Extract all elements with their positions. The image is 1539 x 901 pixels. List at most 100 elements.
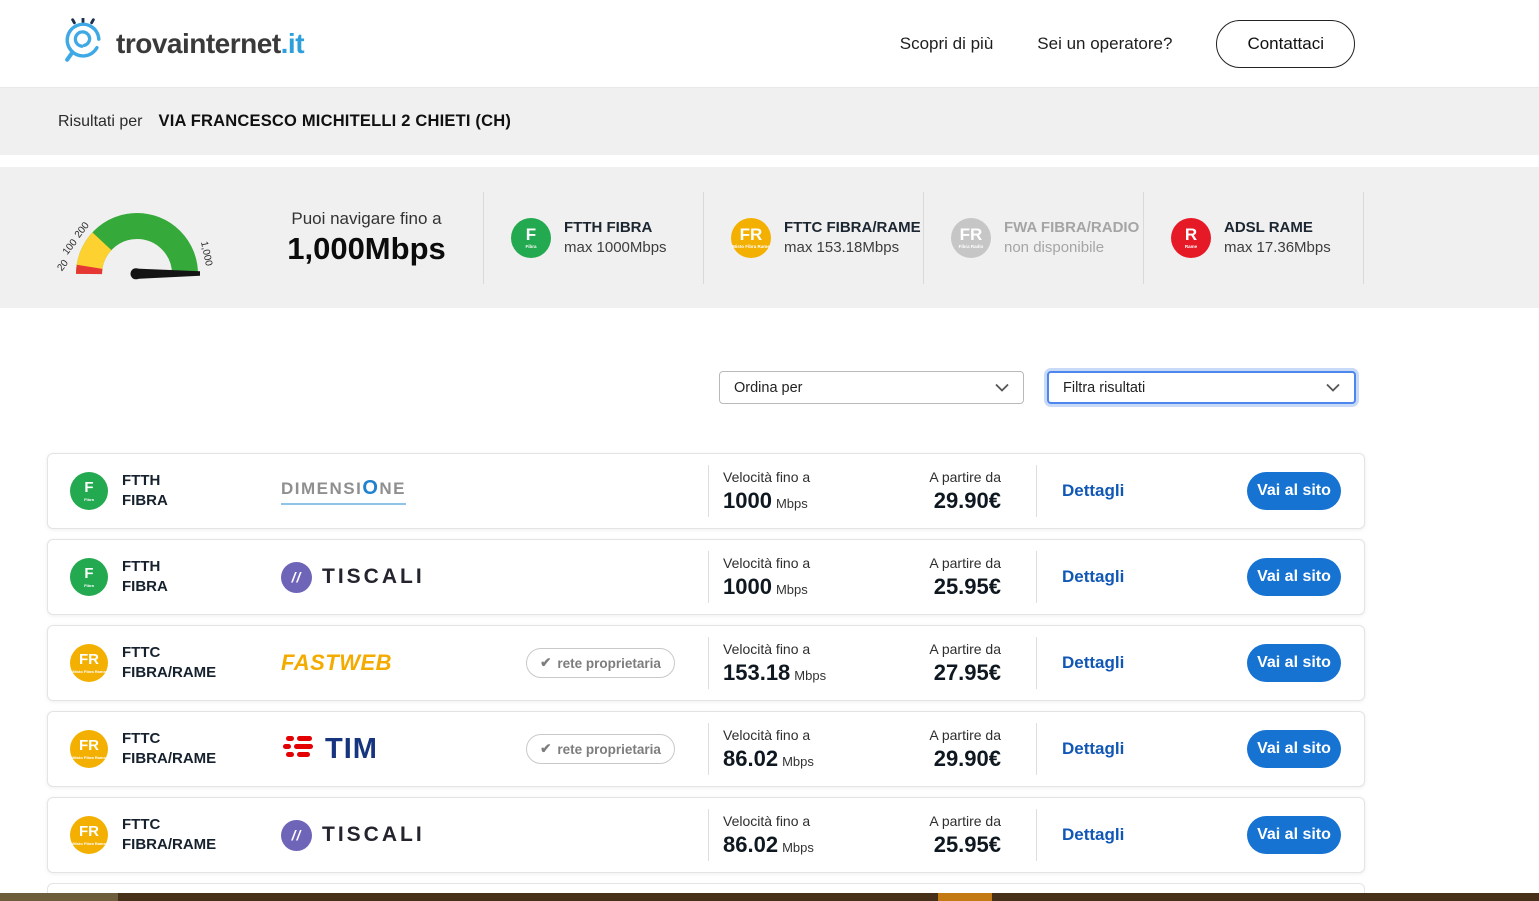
adsl-badge-icon: R Rame — [1171, 218, 1211, 258]
filter-row: Ordina per Filtra risultati — [0, 371, 1356, 404]
tag-column: ✔ rete proprietaria — [493, 734, 708, 764]
go-to-site-button[interactable]: Vai al sito — [1247, 472, 1341, 510]
max-speed-headline: Puoi navigare fino a 1,000Mbps — [250, 209, 483, 267]
top-nav: Scopri di più Sei un operatore? Contatta… — [900, 20, 1355, 68]
tim-bars-icon — [281, 733, 317, 766]
speed-column: Velocità fino a 86.02Mbps — [709, 727, 888, 772]
chevron-down-icon — [995, 383, 1009, 392]
tech-column: FR Misto Fibra Rame FTTCFIBRA/RAME — [48, 815, 263, 855]
tech-column: F Fibra FTTHFIBRA — [48, 471, 263, 511]
price-column: A partire da 29.90€ — [888, 469, 1001, 514]
proprietary-network-tag: ✔ rete proprietaria — [526, 648, 675, 678]
breadcrumb: Risultati per VIA FRANCESCO MICHITELLI 2… — [0, 88, 1539, 155]
result-card-fastweb: FR Misto Fibra Rame FTTCFIBRA/RAME FASTW… — [47, 625, 1365, 701]
brand-logo[interactable]: trovainternet.it — [60, 18, 304, 69]
operator-logo-dimensione: DimensiOne — [263, 477, 493, 505]
result-card-tim: FR Misto Fibra Rame FTTCFIBRA/RAME — [47, 711, 1365, 787]
details-link[interactable]: Dettagli — [1062, 481, 1124, 500]
fwa-badge-icon: FR Fibra Radio — [951, 218, 991, 258]
sort-dropdown[interactable]: Ordina per — [719, 371, 1024, 404]
tech-column: F Fibra FTTHFIBRA — [48, 557, 263, 597]
fttc-badge-icon: FR Misto Fibra Rame — [70, 644, 108, 682]
tech-detail: max 153.18Mbps — [784, 239, 921, 256]
breadcrumb-address: VIA FRANCESCO MICHITELLI 2 CHIETI (CH) — [158, 112, 511, 131]
result-card-dimensione: F Fibra FTTHFIBRA DimensiOne Velocità fi… — [47, 453, 1365, 529]
tech-adsl: R Rame ADSL RAME max 17.36Mbps — [1144, 218, 1363, 258]
price-column: A partire da 25.95€ — [888, 555, 1001, 600]
result-card-tiscali-fttc: FR Misto Fibra Rame FTTCFIBRA/RAME // TI… — [47, 797, 1365, 873]
result-card-tiscali-ftth: F Fibra FTTHFIBRA // TISCALI Velocità fi… — [47, 539, 1365, 615]
max-speed-intro: Puoi navigare fino a — [250, 209, 483, 229]
go-to-site-button[interactable]: Vai al sito — [1247, 730, 1341, 768]
sort-dropdown-label: Ordina per — [734, 380, 803, 396]
tech-label: FTTCFIBRA/RAME — [122, 815, 216, 855]
go-to-site-button[interactable]: Vai al sito — [1247, 816, 1341, 854]
tech-column: FR Misto Fibra Rame FTTCFIBRA/RAME — [48, 729, 263, 769]
svg-text:100: 100 — [61, 237, 80, 257]
ftth-badge-icon: F Fibra — [70, 472, 108, 510]
check-icon: ✔ — [540, 655, 551, 671]
filter-dropdown-label: Filtra risultati — [1063, 380, 1145, 396]
tech-detail: max 1000Mbps — [564, 239, 667, 256]
max-speed-value: 1,000Mbps — [250, 231, 483, 267]
tech-name: FTTC FIBRA/RAME — [784, 219, 921, 236]
brand-tld: .it — [281, 28, 304, 59]
fttc-badge-icon: FR Misto Fibra Rame — [70, 730, 108, 768]
tech-detail: non disponibile — [1004, 239, 1139, 256]
tiscali-circle-icon: // — [281, 820, 312, 851]
operator-logo-fastweb: FASTWEB — [263, 650, 493, 676]
details-link[interactable]: Dettagli — [1062, 567, 1124, 586]
details-link[interactable]: Dettagli — [1062, 825, 1124, 844]
speed-column: Velocità fino a 1000Mbps — [709, 555, 888, 600]
results-list: F Fibra FTTHFIBRA DimensiOne Velocità fi… — [47, 453, 1365, 901]
proprietary-network-tag: ✔ rete proprietaria — [526, 734, 675, 764]
tech-label: FTTCFIBRA/RAME — [122, 729, 216, 769]
ftth-badge-icon: F Fibra — [70, 558, 108, 596]
tech-fwa: FR Fibra Radio FWA FIBRA/RADIO non dispo… — [924, 218, 1143, 258]
speed-column: Velocità fino a 1000Mbps — [709, 469, 888, 514]
breadcrumb-label: Risultati per — [58, 113, 142, 131]
tech-label: FTTCFIBRA/RAME — [122, 643, 216, 683]
tech-label: FTTHFIBRA — [122, 557, 168, 597]
tag-column: ✔ rete proprietaria — [493, 648, 708, 678]
svg-text:1,000: 1,000 — [198, 240, 214, 267]
tech-name: ADSL RAME — [1224, 219, 1331, 236]
price-column: A partire da 27.95€ — [888, 641, 1001, 686]
nav-link-scopri[interactable]: Scopri di più — [900, 34, 994, 54]
details-link[interactable]: Dettagli — [1062, 653, 1124, 672]
fttc-badge-icon: FR Misto Fibra Rame — [70, 816, 108, 854]
gauge-chart-icon: 20 100 200 1,000 — [52, 184, 220, 286]
price-column: A partire da 29.90€ — [888, 727, 1001, 772]
contact-button[interactable]: Contattaci — [1216, 20, 1355, 68]
go-to-site-button[interactable]: Vai al sito — [1247, 644, 1341, 682]
tech-column: FR Misto Fibra Rame FTTCFIBRA/RAME — [48, 643, 263, 683]
speed-column: Velocità fino a 86.02Mbps — [709, 813, 888, 858]
tech-name: FWA FIBRA/RADIO — [1004, 219, 1139, 236]
tech-ftth: F Fibra FTTH FIBRA max 1000Mbps — [484, 218, 703, 258]
tech-fttc: FR Misto Fibra Rame FTTC FIBRA/RAME max … — [704, 218, 923, 258]
speed-gauge: 20 100 200 1,000 — [0, 184, 250, 291]
divider — [1363, 192, 1364, 284]
chevron-down-icon — [1326, 383, 1340, 392]
operator-logo-tiscali: // TISCALI — [263, 562, 493, 593]
tech-detail: max 17.36Mbps — [1224, 239, 1331, 256]
nav-link-operatore[interactable]: Sei un operatore? — [1037, 34, 1172, 54]
brand-name: trovainternet.it — [116, 28, 304, 60]
top-bar: trovainternet.it Scopri di più Sei un op… — [0, 0, 1539, 88]
svg-text:20: 20 — [55, 258, 71, 274]
fttc-badge-icon: FR Misto Fibra Rame — [731, 218, 771, 258]
speed-summary-section: 20 100 200 1,000 Puoi navigare fino a 1,… — [0, 167, 1539, 308]
tech-label: FTTHFIBRA — [122, 471, 168, 511]
tech-name: FTTH FIBRA — [564, 219, 667, 236]
ftth-badge-icon: F Fibra — [511, 218, 551, 258]
operator-logo-tim: TIM — [263, 733, 493, 766]
go-to-site-button[interactable]: Vai al sito — [1247, 558, 1341, 596]
check-icon: ✔ — [540, 741, 551, 757]
magnifier-spiral-icon — [60, 18, 106, 69]
speed-column: Velocità fino a 153.18Mbps — [709, 641, 888, 686]
filter-dropdown[interactable]: Filtra risultati — [1047, 371, 1356, 404]
tiscali-circle-icon: // — [281, 562, 312, 593]
details-link[interactable]: Dettagli — [1062, 739, 1124, 758]
price-column: A partire da 25.95€ — [888, 813, 1001, 858]
operator-logo-tiscali: // TISCALI — [263, 820, 493, 851]
